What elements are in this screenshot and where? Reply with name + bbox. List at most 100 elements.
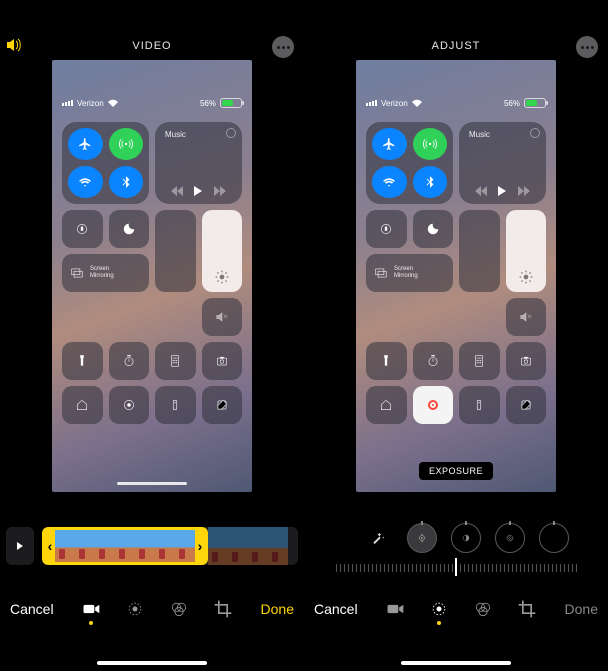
- trim-start-handle[interactable]: ‹: [45, 530, 55, 562]
- airplay-icon[interactable]: [530, 128, 540, 138]
- bluetooth-toggle[interactable]: [413, 166, 448, 198]
- pane-adjust: ADJUST Verizon 56%: [304, 0, 608, 671]
- auto-enhance-dial[interactable]: [363, 523, 393, 553]
- notes-tile[interactable]: [202, 386, 243, 424]
- tool-adjust[interactable]: [429, 599, 449, 619]
- iphone-home-bar: [97, 661, 207, 665]
- bluetooth-toggle[interactable]: [109, 166, 144, 198]
- music-tile[interactable]: Music: [155, 122, 242, 204]
- camera-tile[interactable]: [506, 342, 547, 380]
- tool-crop[interactable]: [517, 599, 537, 619]
- volume-tile[interactable]: [459, 210, 500, 292]
- next-track-icon[interactable]: [518, 186, 530, 196]
- timeline-area: ‹ ›: [6, 522, 298, 570]
- screen-mirroring-tile[interactable]: Screen Mirroring: [366, 254, 453, 292]
- music-label: Music: [469, 130, 536, 139]
- sun-icon: [519, 270, 533, 284]
- timer-tile[interactable]: [413, 342, 454, 380]
- flashlight-tile[interactable]: [62, 342, 103, 380]
- trim-region[interactable]: ‹ ›: [42, 527, 208, 565]
- cellular-toggle[interactable]: [413, 128, 448, 160]
- slider-pointer[interactable]: [455, 558, 457, 576]
- timeline[interactable]: ‹ ›: [42, 527, 298, 565]
- signal-icon: [366, 100, 377, 106]
- camera-tile[interactable]: [202, 342, 243, 380]
- cancel-button[interactable]: Cancel: [314, 601, 358, 617]
- airplane-toggle[interactable]: [372, 128, 407, 160]
- flashlight-tile[interactable]: [366, 342, 407, 380]
- battery-indicator: 56%: [200, 98, 242, 108]
- screen-mirroring-label: Screen Mirroring: [394, 266, 418, 279]
- remote-tile[interactable]: [155, 386, 196, 424]
- control-center: Music: [62, 122, 242, 424]
- battery-pct: 56%: [504, 99, 520, 108]
- wifi-toggle[interactable]: [68, 166, 103, 198]
- brightness-tile[interactable]: [202, 210, 243, 292]
- tab-adjust-label[interactable]: ADJUST: [304, 40, 608, 52]
- adjust-dials: [304, 516, 608, 560]
- bottom-toolbar: Cancel Done: [304, 589, 608, 629]
- remote-tile[interactable]: [459, 386, 500, 424]
- home-tile[interactable]: [62, 386, 103, 424]
- sun-icon: [215, 270, 229, 284]
- calculator-tile[interactable]: [459, 342, 500, 380]
- next-track-icon[interactable]: [214, 186, 226, 196]
- battery-indicator: 56%: [504, 98, 546, 108]
- tool-filters[interactable]: [169, 599, 189, 619]
- mute-tile[interactable]: [202, 298, 243, 336]
- play-icon[interactable]: [194, 186, 202, 196]
- tool-crop[interactable]: [213, 599, 233, 619]
- done-button[interactable]: Done: [565, 601, 598, 617]
- tool-video[interactable]: [385, 599, 405, 619]
- video-preview: Verizon 56% M: [0, 60, 304, 501]
- pane-video: VIDEO Verizon 56%: [0, 0, 304, 671]
- phone-status-bar: Verizon 56%: [366, 96, 546, 110]
- music-tile[interactable]: Music: [459, 122, 546, 204]
- tool-adjust[interactable]: [125, 599, 145, 619]
- home-indicator: [117, 482, 187, 485]
- play-icon[interactable]: [498, 186, 506, 196]
- do-not-disturb-tile[interactable]: [413, 210, 454, 248]
- done-button[interactable]: Done: [261, 601, 294, 617]
- adjust-slider[interactable]: [304, 560, 608, 580]
- screen-record-tile-active[interactable]: [413, 386, 454, 424]
- signal-icon: [62, 100, 73, 106]
- carrier-label: Verizon: [381, 99, 408, 108]
- brightness-tile[interactable]: [506, 210, 547, 292]
- screen-mirroring-tile[interactable]: Screen Mirroring: [62, 254, 149, 292]
- tab-video-label[interactable]: VIDEO: [0, 40, 304, 52]
- wifi-toggle[interactable]: [372, 166, 407, 198]
- prev-track-icon[interactable]: [171, 186, 183, 196]
- orientation-lock-tile[interactable]: [366, 210, 407, 248]
- screen-record-tile[interactable]: [109, 386, 150, 424]
- trim-end-handle[interactable]: ›: [195, 530, 205, 562]
- timer-tile[interactable]: [109, 342, 150, 380]
- play-button[interactable]: [6, 527, 34, 565]
- phone-status-bar: Verizon 56%: [62, 96, 242, 110]
- control-center: Music: [366, 122, 546, 424]
- airplane-toggle[interactable]: [68, 128, 103, 160]
- more-button[interactable]: [272, 36, 294, 58]
- tool-video[interactable]: [81, 599, 101, 619]
- notes-tile[interactable]: [506, 386, 547, 424]
- exposure-dial[interactable]: [407, 523, 437, 553]
- topbar: ADJUST: [304, 0, 608, 60]
- cellular-toggle[interactable]: [109, 128, 144, 160]
- do-not-disturb-tile[interactable]: [109, 210, 150, 248]
- more-button[interactable]: [576, 36, 598, 58]
- iphone-home-bar: [401, 661, 511, 665]
- calculator-tile[interactable]: [155, 342, 196, 380]
- highlights-dial[interactable]: [495, 523, 525, 553]
- tool-filters[interactable]: [473, 599, 493, 619]
- orientation-lock-tile[interactable]: [62, 210, 103, 248]
- home-tile[interactable]: [366, 386, 407, 424]
- airplay-icon[interactable]: [226, 128, 236, 138]
- exposure-badge: EXPOSURE: [419, 462, 493, 480]
- volume-tile[interactable]: [155, 210, 196, 292]
- mute-tile[interactable]: [506, 298, 547, 336]
- shadows-dial[interactable]: [539, 523, 569, 553]
- prev-track-icon[interactable]: [475, 186, 487, 196]
- brilliance-dial[interactable]: [451, 523, 481, 553]
- topbar: VIDEO: [0, 0, 304, 60]
- cancel-button[interactable]: Cancel: [10, 601, 54, 617]
